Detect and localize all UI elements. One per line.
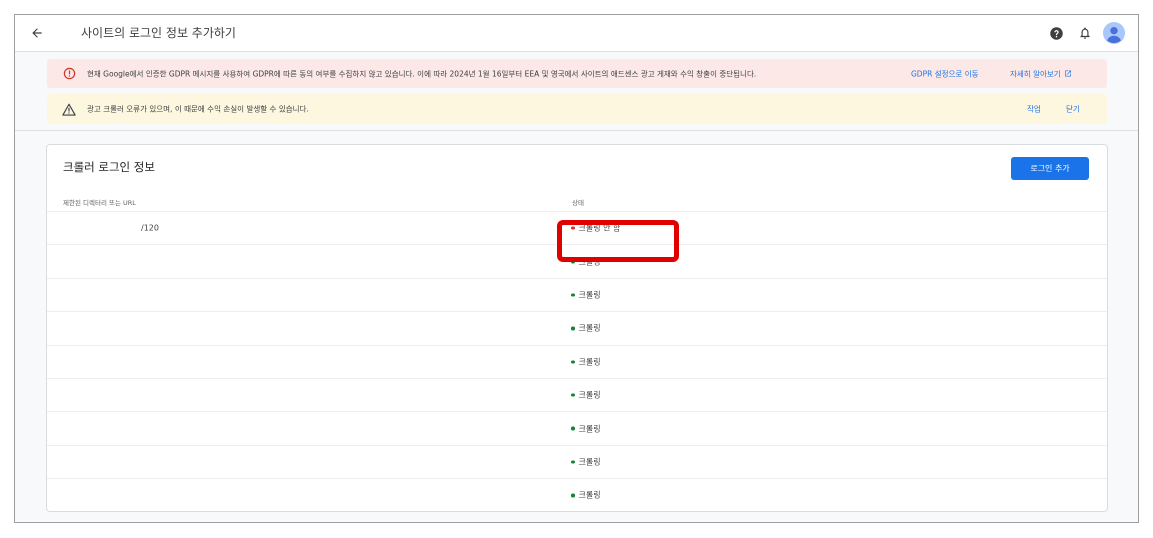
status-label: 크롤링 안 함: [578, 223, 621, 233]
table-row[interactable]: 크롤링: [47, 479, 1107, 511]
row-status: 크롤링 안 함: [571, 223, 620, 234]
app-window: 사이트의 로그인 정보 추가하기 현재 Google에서 인증한 GDPR 메시…: [14, 14, 1139, 523]
warning-icon: [62, 102, 76, 116]
status-dot-icon: [571, 326, 575, 331]
crawler-login-card: 크롤러 로그인 정보 로그인 추가 제한된 디렉터리 또는 URL 상태 /12…: [46, 144, 1108, 512]
status-label: 크롤링: [578, 357, 601, 367]
row-status: 크롤링: [571, 390, 601, 401]
row-status: 크롤링: [571, 423, 601, 434]
table-row[interactable]: 크롤링: [47, 245, 1107, 279]
add-login-button[interactable]: 로그인 추가: [1011, 157, 1089, 180]
learn-more-label: 자세히 알아보기: [1010, 69, 1061, 78]
help-button[interactable]: [1044, 21, 1068, 45]
gdpr-error-banner: 현재 Google에서 인증한 GDPR 메시지를 사용하여 GDPR에 따른 …: [47, 59, 1107, 88]
row-status: 크롤링: [571, 456, 601, 467]
status-dot-icon: [571, 393, 575, 397]
table-row[interactable]: 크롤링: [47, 312, 1107, 346]
back-button[interactable]: [27, 23, 47, 43]
row-status: 크롤링: [571, 289, 601, 300]
table-row[interactable]: 크롤링: [47, 446, 1107, 480]
card-title: 크롤러 로그인 정보: [63, 160, 155, 174]
row-url: /120: [141, 223, 159, 233]
status-dot-icon: [571, 493, 575, 498]
status-dot-icon: [571, 226, 575, 230]
open-in-new-icon: [1064, 70, 1071, 77]
error-icon: [62, 67, 76, 81]
crawler-warning-text: 광고 크롤러 오류가 있으며, 이 때문에 수익 손실이 발생할 수 있습니다.: [87, 104, 309, 114]
column-header-url: 제한된 디렉터리 또는 URL: [63, 199, 136, 207]
status-label: 크롤링: [578, 390, 601, 400]
top-app-bar: 사이트의 로그인 정보 추가하기: [15, 15, 1138, 52]
learn-more-link[interactable]: 자세히 알아보기: [1010, 68, 1072, 79]
table-row[interactable]: 크롤링: [47, 412, 1107, 446]
row-status: 크롤링: [571, 256, 601, 267]
status-label: 크롤링: [578, 323, 601, 333]
gdpr-settings-link[interactable]: GDPR 설정으로 이동: [911, 68, 979, 79]
status-label: 크롤링: [578, 257, 601, 267]
status-label: 크롤링: [578, 424, 601, 434]
arrow-left-icon: [32, 28, 42, 38]
row-status: 크롤링: [571, 490, 601, 501]
crawler-warning-banner: 광고 크롤러 오류가 있으며, 이 때문에 수익 손실이 발생할 수 있습니다.…: [47, 94, 1107, 124]
status-dot-icon: [571, 460, 575, 464]
table-row[interactable]: 크롤링: [47, 379, 1107, 413]
table-row[interactable]: 크롤링: [47, 279, 1107, 313]
account-icon: [1103, 22, 1125, 44]
status-label: 크롤링: [578, 490, 601, 500]
section-divider: [15, 130, 1138, 131]
row-status: 크롤링: [571, 323, 601, 334]
status-dot-icon: [571, 360, 575, 364]
page-title: 사이트의 로그인 정보 추가하기: [81, 26, 236, 40]
bell-icon: [1080, 27, 1090, 39]
status-label: 크롤링: [578, 290, 601, 300]
account-avatar-button[interactable]: [1102, 21, 1126, 45]
status-dot-icon: [571, 426, 575, 431]
dismiss-link[interactable]: 닫기: [1066, 104, 1080, 115]
row-status: 크롤링: [571, 356, 601, 367]
status-dot-icon: [571, 259, 575, 264]
help-icon: [1049, 26, 1063, 40]
column-header-status: 상태: [572, 199, 584, 207]
notifications-button[interactable]: [1073, 21, 1097, 45]
status-dot-icon: [571, 293, 575, 297]
table-row[interactable]: 크롤링: [47, 346, 1107, 379]
status-label: 크롤링: [578, 457, 601, 467]
gdpr-error-text: 현재 Google에서 인증한 GDPR 메시지를 사용하여 GDPR에 따른 …: [87, 69, 757, 78]
table-row[interactable]: /120 크롤링 안 함: [47, 212, 1107, 246]
action-link[interactable]: 작업: [1027, 104, 1041, 115]
